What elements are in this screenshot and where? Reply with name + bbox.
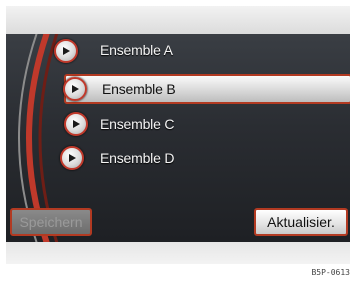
list-item-selected[interactable]: Ensemble B bbox=[64, 74, 350, 104]
play-icon[interactable] bbox=[60, 146, 84, 170]
save-button-label: Speichern bbox=[19, 214, 83, 230]
list-item[interactable]: Ensemble A bbox=[64, 36, 344, 64]
image-code: B5P-0613 bbox=[308, 267, 353, 278]
update-button-label: Aktualisier. bbox=[267, 214, 335, 230]
update-button[interactable]: Aktualisier. bbox=[254, 208, 348, 236]
top-status-bar bbox=[6, 6, 350, 34]
action-bar: Speichern Aktualisier. bbox=[6, 206, 350, 242]
list-item[interactable]: Ensemble C bbox=[64, 110, 344, 138]
ensemble-list: Ensemble A Ensemble B Ensemble C Ensembl… bbox=[6, 34, 350, 194]
play-icon[interactable] bbox=[54, 39, 78, 63]
save-button[interactable]: Speichern bbox=[10, 208, 92, 236]
radio-screen: Ensemble A Ensemble B Ensemble C Ensembl… bbox=[0, 0, 356, 281]
play-icon[interactable] bbox=[63, 77, 87, 101]
list-item[interactable]: Ensemble D bbox=[64, 144, 344, 172]
ensemble-label: Ensemble A bbox=[100, 42, 173, 58]
footer-bar bbox=[6, 242, 350, 264]
play-icon[interactable] bbox=[64, 112, 88, 136]
